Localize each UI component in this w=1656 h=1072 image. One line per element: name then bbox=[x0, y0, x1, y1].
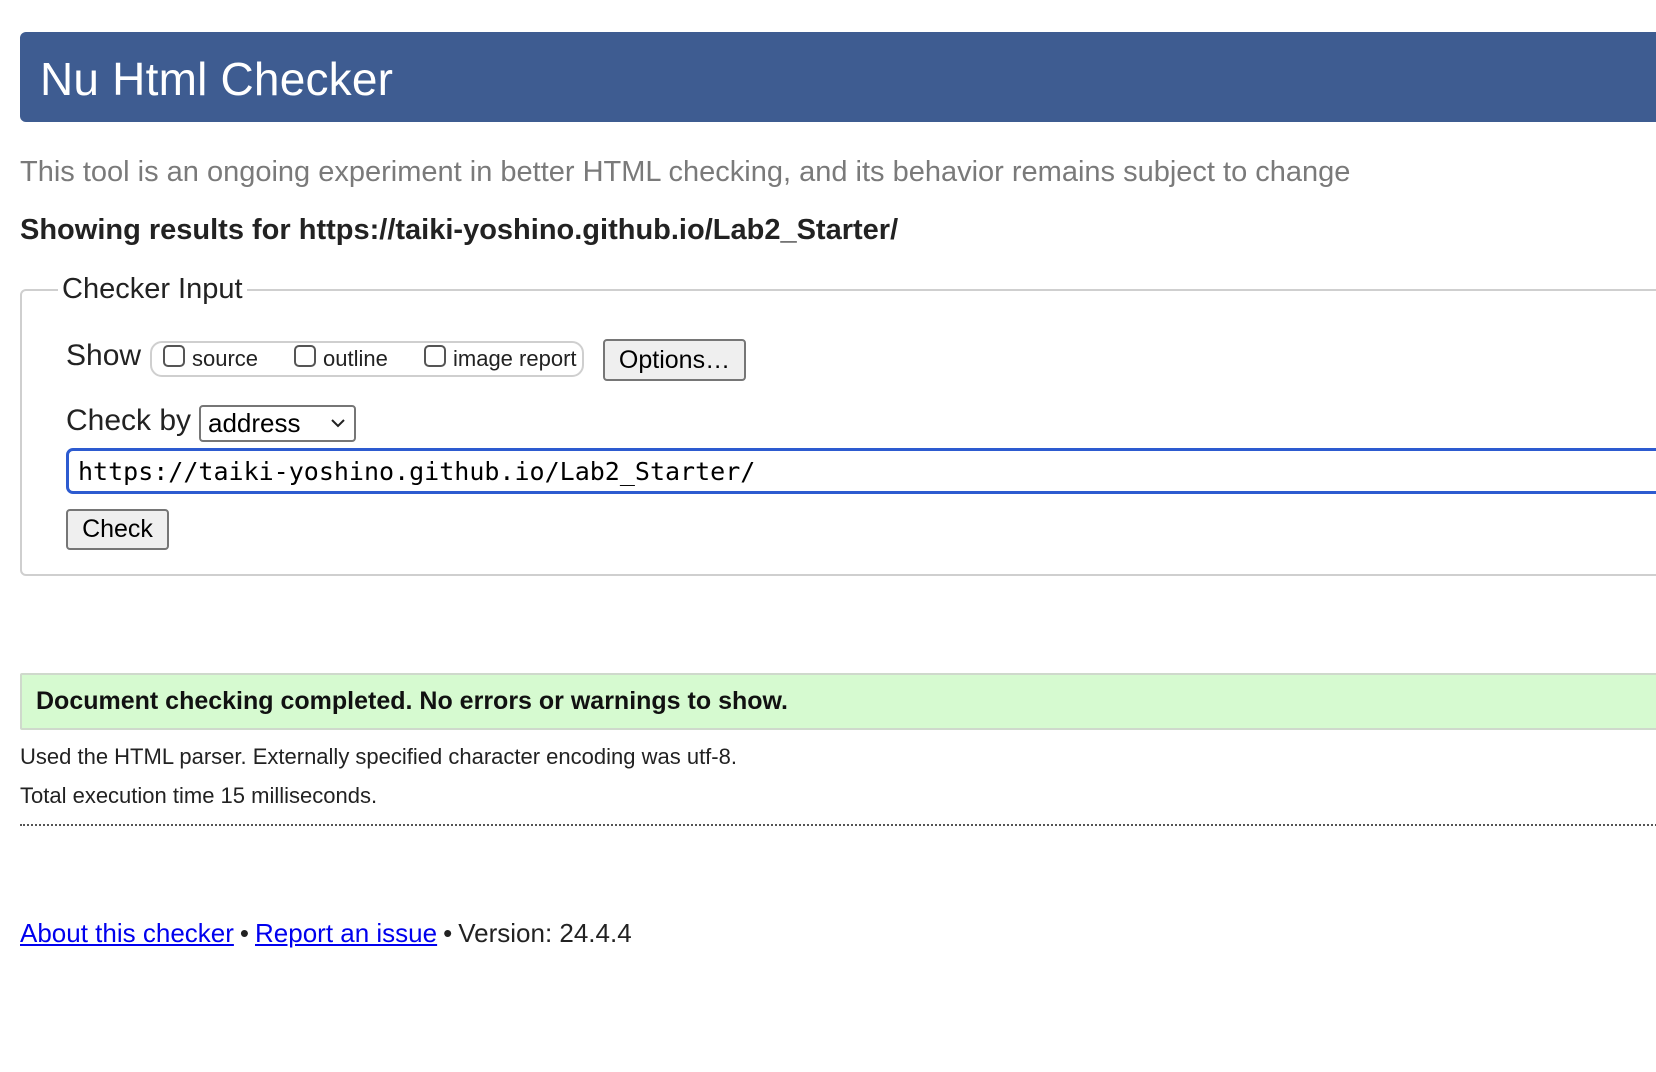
options-button[interactable]: Options… bbox=[603, 339, 746, 381]
image-report-checkbox-label: image report bbox=[453, 346, 577, 371]
check-by-select[interactable]: address bbox=[199, 405, 356, 442]
check-by-label: Check by bbox=[66, 404, 192, 437]
success-message-box: Document checking completed. No errors o… bbox=[20, 673, 1656, 730]
chevron-down-icon bbox=[331, 419, 345, 428]
experiment-notice: This tool is an ongoing experiment in be… bbox=[20, 156, 1351, 188]
show-label: Show bbox=[66, 339, 142, 372]
header-banner: Nu Html Checker bbox=[20, 32, 1656, 122]
outline-checkbox[interactable] bbox=[294, 345, 316, 367]
version-text: Version: 24.4.4 bbox=[458, 918, 632, 948]
page: Nu Html Checker This tool is an ongoing … bbox=[0, 0, 1656, 1072]
checker-input-fieldset: Checker Input Show source outline image … bbox=[20, 273, 1656, 576]
about-checker-link[interactable]: About this checker bbox=[20, 918, 234, 948]
footer-separator: • bbox=[443, 918, 453, 948]
source-checkbox-label: source bbox=[192, 346, 259, 371]
show-source-option[interactable]: source bbox=[163, 343, 258, 375]
success-message: Document checking completed. No errors o… bbox=[36, 687, 788, 715]
dotted-divider bbox=[20, 824, 1656, 826]
parser-info: Used the HTML parser. Externally specifi… bbox=[20, 744, 737, 769]
page-title: Nu Html Checker bbox=[40, 53, 394, 105]
outline-checkbox-label: outline bbox=[323, 346, 388, 371]
image-report-checkbox[interactable] bbox=[424, 345, 446, 367]
results-heading-prefix: Showing results for bbox=[20, 214, 299, 246]
execution-time: Total execution time 15 milliseconds. bbox=[20, 783, 378, 808]
check-button[interactable]: Check bbox=[66, 509, 169, 550]
results-heading-url: https://taiki-yoshino.github.io/Lab2_Sta… bbox=[298, 214, 899, 246]
check-by-selected-value: address bbox=[208, 408, 301, 438]
checker-input-legend: Checker Input bbox=[58, 273, 247, 306]
show-options-group: source outline image report bbox=[150, 341, 584, 377]
footer: About this checker • Report an issue • Versi… bbox=[20, 918, 632, 949]
source-checkbox[interactable] bbox=[163, 345, 185, 367]
show-outline-option[interactable]: outline bbox=[294, 343, 388, 375]
results-heading: Showing results for https://taiki-yoshin… bbox=[20, 214, 898, 247]
show-image-report-option[interactable]: image report bbox=[424, 343, 577, 375]
report-issue-link[interactable]: Report an issue bbox=[255, 918, 437, 948]
url-input[interactable]: https://taiki-yoshino.github.io/Lab2_Sta… bbox=[66, 448, 1656, 494]
footer-separator: • bbox=[239, 918, 249, 948]
